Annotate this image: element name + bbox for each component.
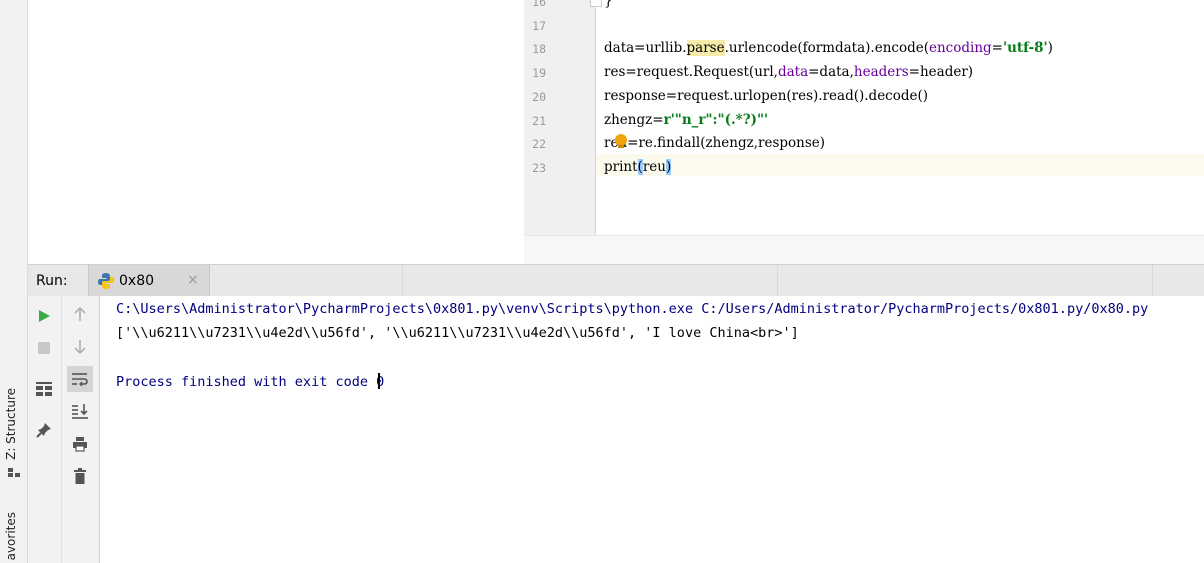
line-number: 18 — [532, 42, 546, 57]
code-token: data — [777, 64, 809, 81]
code-token: =data, — [808, 64, 854, 81]
code-token: ) — [665, 158, 672, 175]
soft-wrap-icon — [72, 373, 88, 386]
line-number: 20 — [532, 89, 546, 104]
code-token: data=urllib. — [604, 40, 687, 57]
line-number: 23 — [532, 160, 546, 175]
structure-icon — [8, 468, 20, 477]
close-icon[interactable]: × — [187, 272, 199, 288]
pin-tab-button[interactable] — [31, 417, 57, 443]
code-token: print — [604, 158, 638, 175]
soft-wrap-button[interactable] — [67, 366, 93, 392]
up-arrow-icon — [74, 306, 86, 321]
process-finished-text: Process finished with exit code 0 — [116, 374, 385, 390]
code-line: response=request.urlopen(res).read().dec… — [604, 88, 928, 104]
fold-marker[interactable] — [590, 0, 602, 7]
print-button[interactable] — [67, 431, 93, 457]
code-token: headers — [853, 64, 909, 81]
line-number: 19 — [532, 66, 546, 81]
trash-icon — [74, 468, 86, 484]
stop-button[interactable] — [31, 335, 57, 361]
code-token: res=request.Request(url, — [604, 64, 778, 81]
line-number: 17 — [532, 18, 546, 33]
project-panel — [28, 0, 524, 264]
code-token: r'"n_r":"(.*?)"' — [663, 111, 769, 128]
code-token: 'utf-8' — [1002, 40, 1048, 57]
code-token: = — [991, 40, 1003, 57]
code-line: } — [604, 0, 613, 9]
code-token: } — [604, 0, 613, 9]
run-tab-title: 0x80 — [119, 273, 155, 289]
scroll-to-end-button[interactable] — [67, 398, 93, 424]
next-occurrence-button[interactable] — [67, 334, 93, 360]
code-token: zhengz= — [604, 111, 664, 128]
clear-all-button[interactable] — [67, 463, 93, 489]
favorites-tool-tab[interactable]: avorites — [4, 512, 18, 560]
previous-occurrence-button[interactable] — [67, 301, 93, 327]
run-label: Run: — [36, 273, 68, 289]
code-token: response=request.urlopen(res).read().dec… — [604, 87, 929, 104]
pin-icon — [36, 423, 51, 438]
structure-tool-tab[interactable]: Z: Structure — [4, 388, 18, 460]
header-separator — [777, 265, 778, 296]
run-toolbar-secondary — [62, 296, 100, 563]
code-token: reu — [642, 158, 666, 175]
line-number: 21 — [532, 113, 546, 128]
text-caret — [378, 373, 381, 389]
intention-bulb-icon[interactable] — [614, 133, 628, 149]
header-separator — [402, 265, 403, 296]
code-token: parse — [686, 40, 725, 57]
console-command-line: C:\Users\Administrator\PycharmProjects\0… — [116, 301, 1149, 317]
print-icon — [73, 437, 87, 452]
run-tool-window-header: Run: 0x80 × — [28, 264, 1204, 297]
code-token: encoding — [928, 40, 992, 57]
code-line: print(reu) — [604, 158, 672, 175]
line-number: 22 — [532, 137, 546, 152]
code-token: ) — [1047, 40, 1053, 57]
code-line: reu=re.findall(zhengz,response) — [604, 135, 825, 151]
play-icon — [39, 310, 50, 322]
left-tool-strip: Z: Structure avorites — [0, 0, 28, 563]
code-line: zhengz=r'"n_r":"(.*?)"' — [604, 112, 768, 128]
code-token: .urlencode(formdata).encode( — [724, 40, 929, 57]
code-editor[interactable]: 16 17 18 19 20 21 22 23 } data=urllib.parse.urle… — [524, 0, 1204, 235]
line-number-gutter: 16 17 18 19 20 21 22 23 — [524, 0, 602, 235]
editor-bottom-bar — [524, 235, 1204, 265]
restore-layout-button[interactable] — [31, 376, 57, 402]
header-separator — [1152, 265, 1153, 296]
console-process-finished: Process finished with exit code 0 — [116, 373, 384, 390]
stop-icon — [38, 342, 50, 354]
python-icon — [98, 273, 114, 289]
run-tab-0x80[interactable]: 0x80 × — [88, 265, 210, 296]
console-output-line: ['\\u6211\\u7231\\u4e2d\\u56fd', '\\u621… — [116, 325, 799, 341]
rerun-button[interactable] — [31, 303, 57, 329]
code-token: reu=re.findall(zhengz,response) — [604, 135, 826, 152]
scroll-to-end-icon — [72, 404, 88, 419]
layout-icon — [36, 382, 52, 396]
run-toolbar-primary — [28, 296, 62, 563]
code-line: res=request.Request(url,data=data,header… — [604, 64, 973, 80]
run-console[interactable]: C:\Users\Administrator\PycharmProjects\0… — [100, 296, 1204, 563]
code-token: =header) — [908, 64, 974, 81]
line-number: 16 — [532, 0, 546, 9]
down-arrow-icon — [74, 340, 86, 355]
code-line: data=urllib.parse.urlencode(formdata).en… — [604, 40, 1053, 57]
